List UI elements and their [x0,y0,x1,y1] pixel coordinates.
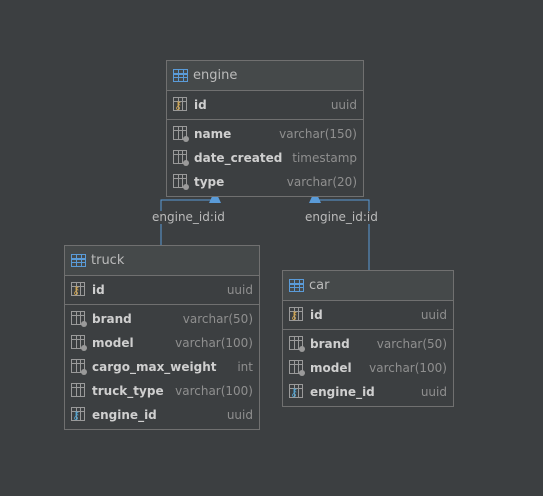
table-car-row-model[interactable]: model varchar(100) [283,356,453,380]
column-type: uuid [226,283,253,297]
column-type: varchar(50) [182,312,253,326]
column-type: varchar(100) [369,361,447,375]
table-engine-columns-section: name varchar(150) date_created timestamp… [167,120,363,196]
column-name: name [194,127,232,141]
column-name: model [92,336,134,350]
column-type: varchar(50) [376,337,447,351]
table-engine-row-name[interactable]: name varchar(150) [167,122,363,146]
diagram-canvas: engine_id:id engine_id:id engine ⚷ id uu… [0,0,543,496]
table-truck-row-brand[interactable]: brand varchar(50) [65,307,259,331]
column-type: varchar(100) [175,336,253,350]
table-truck-row-id[interactable]: ⚷ id uuid [65,278,259,302]
primary-key-icon: ⚷ [71,282,87,298]
table-icon [173,69,188,82]
table-engine-row-type[interactable]: type varchar(20) [167,170,363,194]
column-icon [71,359,87,375]
column-name: type [194,175,225,189]
column-type: uuid [226,408,253,422]
column-type: uuid [330,98,357,112]
primary-key-icon: ⚷ [173,97,189,113]
table-truck-pk-section: ⚷ id uuid [65,276,259,305]
table-engine-row-id[interactable]: ⚷ id uuid [167,93,363,117]
column-type: uuid [420,385,447,399]
table-engine-header[interactable]: engine [167,61,363,91]
column-name: id [194,98,207,112]
column-type: varchar(100) [175,384,253,398]
table-car-header[interactable]: car [283,271,453,301]
column-name: truck_type [92,384,164,398]
table-car-row-id[interactable]: ⚷ id uuid [283,303,453,327]
table-car-row-engine-id[interactable]: ⚷ engine_id uuid [283,380,453,404]
primary-key-icon: ⚷ [289,307,305,323]
table-icon [289,279,304,292]
column-type: int [237,360,253,374]
column-icon [71,311,87,327]
foreign-key-icon: ⚷ [289,384,305,400]
table-truck-row-engine-id[interactable]: ⚷ engine_id uuid [65,403,259,427]
column-type: varchar(150) [279,127,357,141]
column-icon [173,174,189,190]
table-truck-header[interactable]: truck [65,246,259,276]
column-type: uuid [420,308,447,322]
column-name: brand [310,337,350,351]
column-name: brand [92,312,132,326]
table-truck-row-model[interactable]: model varchar(100) [65,331,259,355]
table-engine-row-date-created[interactable]: date_created timestamp [167,146,363,170]
column-icon [173,150,189,166]
table-engine-pk-section: ⚷ id uuid [167,91,363,120]
column-name: date_created [194,151,283,165]
column-icon [71,335,87,351]
table-truck[interactable]: truck ⚷ id uuid brand varchar(50) model … [64,245,260,430]
car-engine-relationship-label: engine_id:id [304,210,379,224]
table-truck-row-truck-type[interactable]: truck_type varchar(100) [65,379,259,403]
column-name: id [92,283,105,297]
table-truck-title: truck [91,253,125,268]
column-name: engine_id [310,385,375,399]
table-car-row-brand[interactable]: brand varchar(50) [283,332,453,356]
table-engine[interactable]: engine ⚷ id uuid name varchar(150) date_… [166,60,364,197]
truck-engine-relationship-label: engine_id:id [151,210,226,224]
table-car[interactable]: car ⚷ id uuid brand varchar(50) model va… [282,270,454,407]
column-icon [289,336,305,352]
table-truck-row-cargo-max-weight[interactable]: cargo_max_weight int [65,355,259,379]
column-name: model [310,361,352,375]
column-icon [289,360,305,376]
table-icon [71,254,86,267]
column-name: id [310,308,323,322]
column-icon [71,383,87,399]
column-icon [173,126,189,142]
column-type: timestamp [292,151,357,165]
table-car-pk-section: ⚷ id uuid [283,301,453,330]
column-name: cargo_max_weight [92,360,217,374]
column-type: varchar(20) [286,175,357,189]
table-engine-title: engine [193,68,238,83]
table-truck-columns-section: brand varchar(50) model varchar(100) car… [65,305,259,429]
foreign-key-icon: ⚷ [71,407,87,423]
table-car-title: car [309,278,330,293]
column-name: engine_id [92,408,157,422]
table-car-columns-section: brand varchar(50) model varchar(100) ⚷ e… [283,330,453,406]
